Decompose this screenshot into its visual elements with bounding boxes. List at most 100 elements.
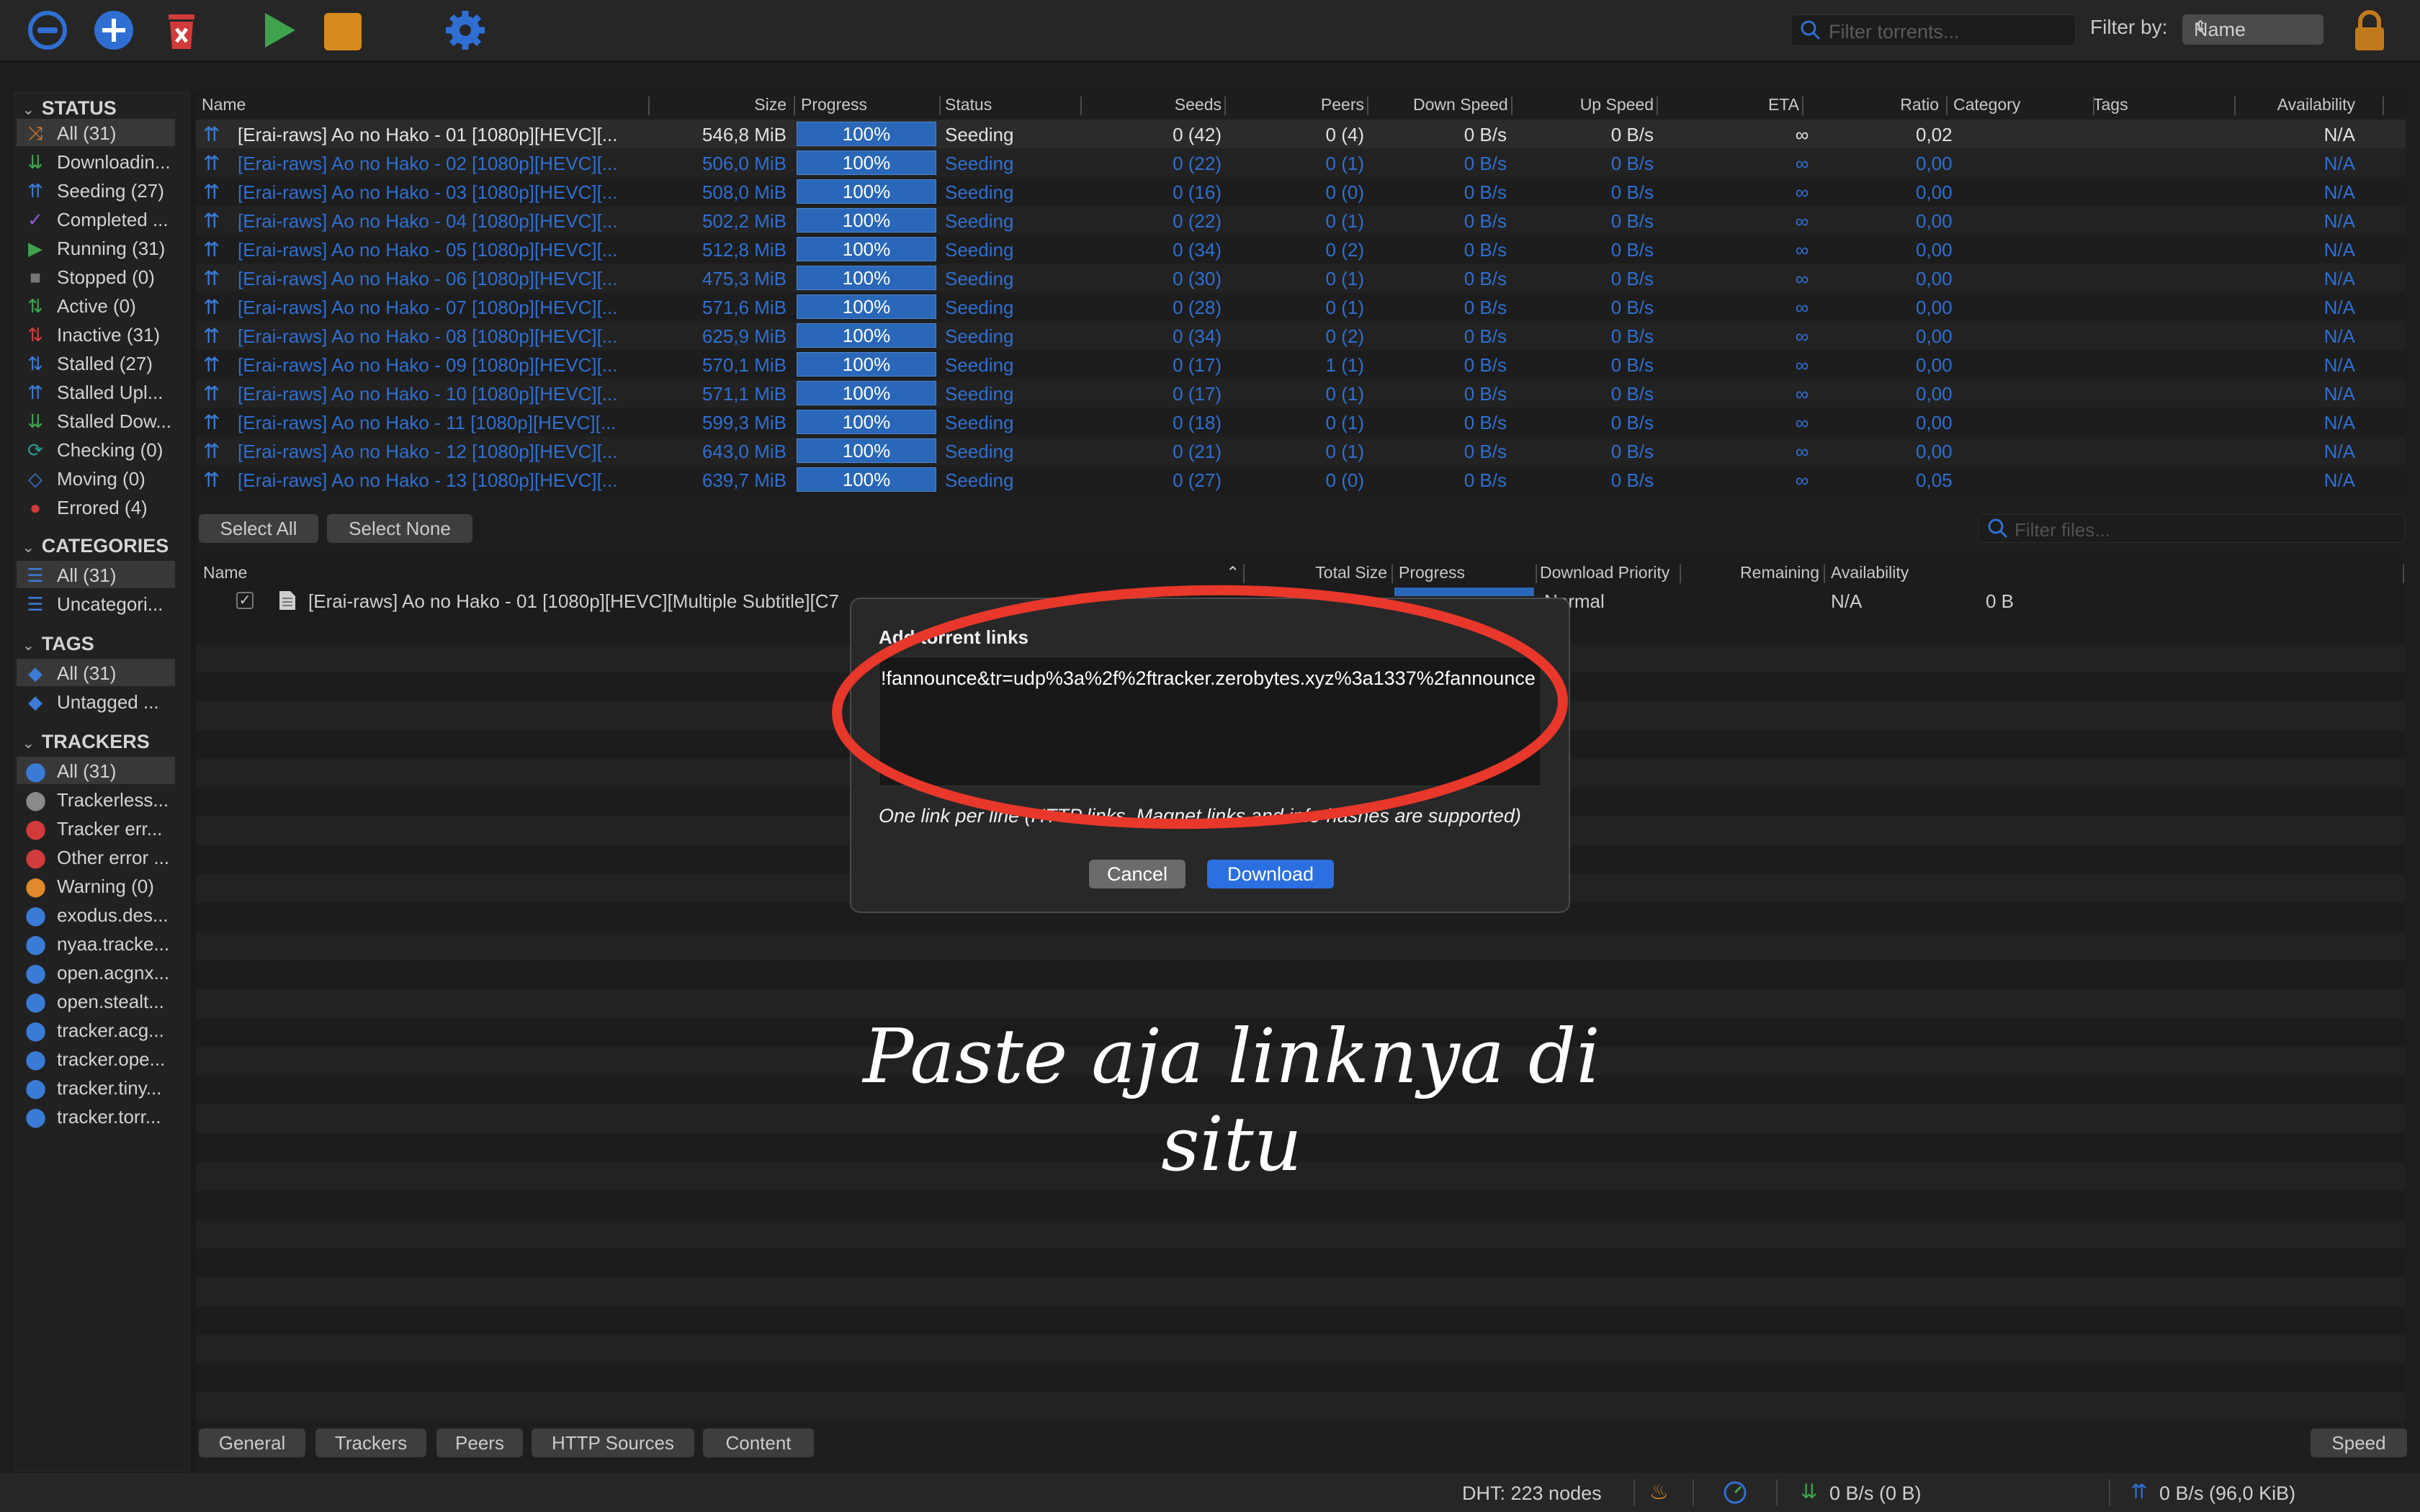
sidebar-item[interactable]: ⇈ Seeding (27) bbox=[17, 176, 175, 204]
sidebar-item[interactable]: ⬤ All (31) bbox=[17, 757, 175, 784]
torrent-row[interactable]: ⇈ [Erai-raws] Ao no Hako - 05 [1080p][HEV… bbox=[196, 235, 2406, 264]
torrent-row[interactable]: ⇈ [Erai-raws] Ao no Hako - 09 [1080p][HEV… bbox=[196, 350, 2406, 379]
speedometer-icon[interactable] bbox=[1723, 1480, 1747, 1505]
column-divider[interactable] bbox=[1511, 96, 1512, 115]
sidebar-item[interactable]: ⬤ open.stealt... bbox=[17, 987, 175, 1014]
sidebar-item[interactable]: ⬤ Other error ... bbox=[17, 843, 175, 870]
tab-general[interactable]: General bbox=[199, 1428, 305, 1457]
filter-files-input[interactable]: Filter files... bbox=[1978, 514, 2406, 543]
download-button[interactable]: Download bbox=[1207, 860, 1334, 888]
tab-trackers[interactable]: Trackers bbox=[315, 1428, 426, 1457]
sidebar-item[interactable]: ⇅ Inactive (31) bbox=[17, 320, 175, 348]
column-divider[interactable] bbox=[1080, 96, 1082, 115]
column-divider[interactable] bbox=[1824, 564, 1825, 583]
column-header[interactable]: Peers bbox=[1276, 95, 1364, 114]
column-header[interactable]: Ratio bbox=[1824, 95, 1939, 114]
sidebar-item[interactable]: ⬤ nyaa.tracke... bbox=[17, 930, 175, 957]
sidebar-item[interactable]: ⬤ tracker.acg... bbox=[17, 1016, 175, 1043]
sidebar-item[interactable]: ◇ Moving (0) bbox=[17, 464, 175, 492]
column-divider[interactable] bbox=[1802, 96, 1803, 115]
column-header[interactable]: Seeds bbox=[1132, 95, 1222, 114]
filter-torrents-input[interactable]: Filter torrents... bbox=[1791, 14, 2076, 46]
column-header[interactable]: Status bbox=[945, 95, 992, 114]
file-column-header[interactable]: Remaining bbox=[1737, 563, 1819, 582]
sidebar-item[interactable]: ☰ All (31) bbox=[17, 561, 175, 588]
add-torrent-button[interactable] bbox=[92, 9, 135, 52]
column-divider[interactable] bbox=[1224, 96, 1226, 115]
select-none-button[interactable]: Select None bbox=[327, 514, 472, 543]
sidebar-item[interactable]: ⬤ open.acgnx... bbox=[17, 958, 175, 986]
column-divider[interactable] bbox=[2234, 96, 2236, 115]
checkbox[interactable]: ✓ bbox=[236, 592, 254, 609]
sidebar-item[interactable]: ⬤ exodus.des... bbox=[17, 901, 175, 928]
filter-by-select[interactable]: Name ⇕ bbox=[2182, 14, 2323, 45]
column-divider[interactable] bbox=[939, 96, 941, 115]
speed-button[interactable]: Speed bbox=[2311, 1428, 2407, 1457]
torrent-row[interactable]: ⇈ [Erai-raws] Ao no Hako - 11 [1080p][HEV… bbox=[196, 408, 2406, 436]
column-header[interactable]: Name bbox=[202, 95, 246, 114]
column-divider[interactable] bbox=[2383, 96, 2384, 115]
sidebar-item[interactable]: ⇊ Stalled Dow... bbox=[17, 407, 175, 434]
sidebar-splitter[interactable] bbox=[190, 92, 196, 1472]
torrent-row[interactable]: ⇈ [Erai-raws] Ao no Hako - 13 [1080p][HEV… bbox=[196, 465, 2406, 494]
column-divider[interactable] bbox=[1367, 96, 1368, 115]
options-button[interactable] bbox=[444, 9, 487, 52]
sidebar-item[interactable]: ⇊ Downloadin... bbox=[17, 148, 175, 175]
column-header[interactable]: ETA bbox=[1730, 95, 1799, 114]
sidebar-header[interactable]: ⌄ TAGS bbox=[22, 633, 94, 655]
sidebar-item[interactable]: ⇅ Stalled (27) bbox=[17, 349, 175, 377]
column-header[interactable]: Availability bbox=[2217, 95, 2355, 114]
column-header[interactable]: Progress bbox=[801, 95, 867, 114]
torrent-row[interactable]: ⇈ [Erai-raws] Ao no Hako - 04 [1080p][HEV… bbox=[196, 206, 2406, 235]
tab-http-sources[interactable]: HTTP Sources bbox=[532, 1428, 694, 1457]
torrent-row[interactable]: ⇈ [Erai-raws] Ao no Hako - 08 [1080p][HEV… bbox=[196, 321, 2406, 350]
sidebar-item[interactable]: ⤨ All (31) bbox=[17, 119, 175, 146]
torrent-row[interactable]: ⇈ [Erai-raws] Ao no Hako - 06 [1080p][HEV… bbox=[196, 264, 2406, 292]
resume-button[interactable] bbox=[256, 9, 300, 52]
sidebar-item[interactable]: ⟳ Checking (0) bbox=[17, 436, 175, 463]
column-divider[interactable] bbox=[794, 96, 795, 115]
add-link-button[interactable] bbox=[26, 9, 69, 52]
column-divider[interactable] bbox=[648, 96, 650, 115]
sidebar-item[interactable]: ⇅ Active (0) bbox=[17, 292, 175, 319]
column-header[interactable]: Tags bbox=[2093, 95, 2128, 114]
column-header[interactable]: Down Speed bbox=[1413, 95, 1508, 114]
tab-peers[interactable]: Peers bbox=[436, 1428, 523, 1457]
sidebar-header[interactable]: ⌄ STATUS bbox=[22, 97, 117, 120]
sidebar-item[interactable]: ◆ All (31) bbox=[17, 659, 175, 686]
sidebar-header[interactable]: ⌄ TRACKERS bbox=[22, 731, 150, 753]
sidebar-item[interactable]: ▶ Running (31) bbox=[17, 234, 175, 261]
sidebar-item[interactable]: ☰ Uncategori... bbox=[17, 590, 175, 617]
column-header[interactable]: Category bbox=[1953, 95, 2020, 114]
column-divider[interactable] bbox=[1680, 564, 1681, 583]
cancel-button[interactable]: Cancel bbox=[1089, 860, 1186, 888]
sidebar-item[interactable]: ⬤ Warning (0) bbox=[17, 872, 175, 899]
sidebar-item[interactable]: ⬤ tracker.torr... bbox=[17, 1102, 175, 1130]
select-all-button[interactable]: Select All bbox=[199, 514, 318, 543]
sidebar-item[interactable]: ⬤ tracker.ope... bbox=[17, 1045, 175, 1072]
sidebar-item[interactable]: ⇈ Stalled Upl... bbox=[17, 378, 175, 405]
sidebar-item[interactable]: ⬤ tracker.tiny... bbox=[17, 1074, 175, 1101]
file-column-header[interactable]: Name bbox=[203, 563, 247, 582]
column-header[interactable]: Size bbox=[498, 95, 786, 114]
column-divider[interactable] bbox=[1946, 96, 1948, 115]
file-column-header[interactable]: Availability bbox=[1831, 563, 1909, 582]
tab-content[interactable]: Content bbox=[703, 1428, 814, 1457]
column-divider[interactable] bbox=[2093, 96, 2094, 115]
torrent-row[interactable]: ⇈ [Erai-raws] Ao no Hako - 10 [1080p][HEV… bbox=[196, 379, 2406, 408]
torrent-row[interactable]: ⇈ [Erai-raws] Ao no Hako - 02 [1080p][HEV… bbox=[196, 148, 2406, 177]
lock-button[interactable] bbox=[2348, 9, 2391, 52]
column-header[interactable]: Up Speed bbox=[1536, 95, 1654, 114]
torrent-row[interactable]: ⇈ [Erai-raws] Ao no Hako - 01 [1080p][HEV… bbox=[196, 120, 2406, 148]
column-divider[interactable] bbox=[2403, 564, 2404, 583]
sidebar-item[interactable]: ⬤ Tracker err... bbox=[17, 814, 175, 842]
sidebar-item[interactable]: ✓ Completed ... bbox=[17, 205, 175, 233]
sidebar-item[interactable]: ◆ Untagged ... bbox=[17, 688, 175, 715]
column-divider[interactable] bbox=[1657, 96, 1658, 115]
sidebar-item[interactable]: ■ Stopped (0) bbox=[17, 263, 175, 290]
torrent-row[interactable]: ⇈ [Erai-raws] Ao no Hako - 03 [1080p][HEV… bbox=[196, 177, 2406, 206]
torrent-row[interactable]: ⇈ [Erai-raws] Ao no Hako - 07 [1080p][HEV… bbox=[196, 292, 2406, 321]
delete-torrent-button[interactable] bbox=[160, 9, 203, 52]
torrent-row[interactable]: ⇈ [Erai-raws] Ao no Hako - 12 [1080p][HEV… bbox=[196, 436, 2406, 465]
stop-button[interactable] bbox=[321, 9, 364, 52]
